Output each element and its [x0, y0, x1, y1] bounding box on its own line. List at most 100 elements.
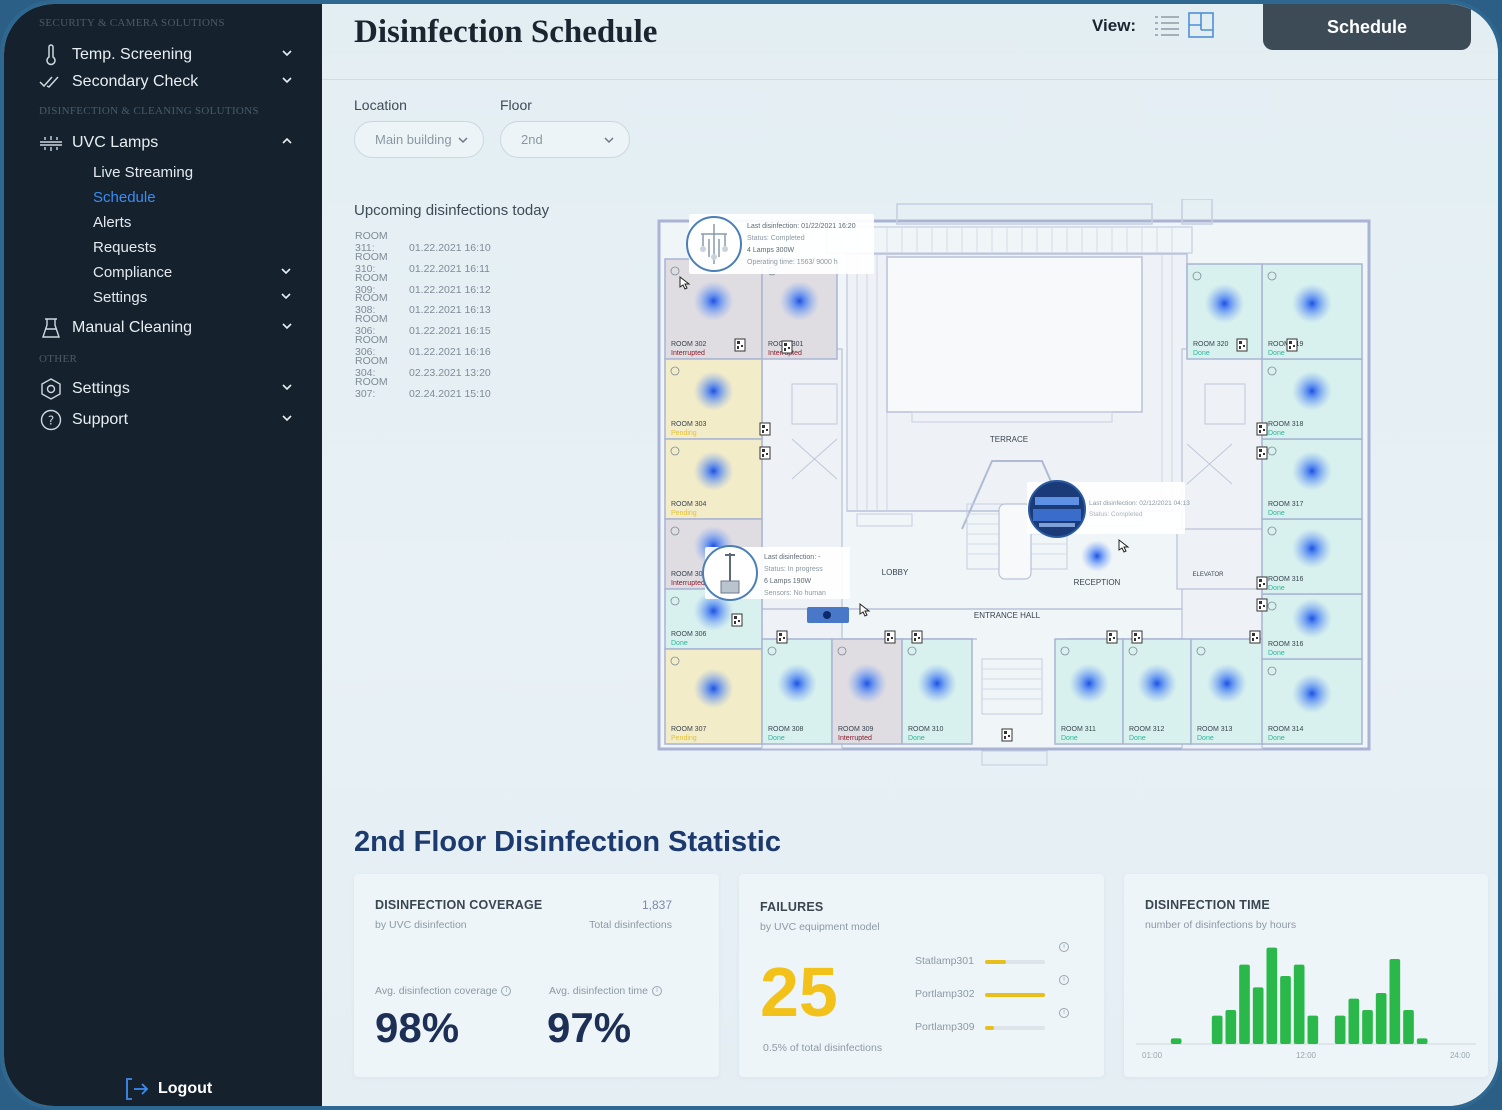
lamp-marker[interactable]	[1069, 663, 1109, 704]
chevron-down-icon[interactable]	[279, 289, 293, 303]
lamp-marker[interactable]	[1292, 371, 1332, 411]
chart-bar[interactable]	[1211, 1015, 1223, 1044]
lamp-marker[interactable]	[1204, 283, 1245, 324]
floor-select[interactable]: 2nd	[500, 121, 630, 158]
sidebar-item-label: Secondary Check	[72, 73, 199, 90]
qr-code-icon[interactable]	[1106, 630, 1118, 644]
qr-code-icon[interactable]	[1249, 630, 1261, 644]
chart-bar[interactable]	[1225, 1010, 1237, 1044]
qr-code-icon[interactable]	[1256, 598, 1268, 612]
info-icon[interactable]: i	[501, 986, 512, 997]
qr-code-icon[interactable]	[781, 340, 793, 354]
chart-bar[interactable]	[1239, 964, 1250, 1044]
qr-code-icon[interactable]	[1131, 630, 1143, 644]
sidebar-item-manual-cleaning[interactable]: Manual Cleaning	[39, 315, 294, 341]
room-status: Done	[671, 640, 688, 647]
lamp-marker[interactable]	[1292, 598, 1332, 639]
qr-code-icon[interactable]	[1286, 338, 1298, 352]
sidebar-sub-compliance[interactable]: Compliance	[93, 261, 293, 283]
qr-code-icon[interactable]	[1256, 576, 1268, 590]
qr-code-icon[interactable]	[1001, 728, 1013, 742]
lamp-marker[interactable]	[1292, 283, 1332, 324]
popup-line: Status: In progress	[764, 566, 823, 573]
lamp-marker[interactable]	[847, 663, 887, 704]
logout-button[interactable]: Logout	[124, 1077, 212, 1101]
lamp-marker[interactable]	[1081, 540, 1113, 572]
location-select[interactable]: Main building	[354, 121, 484, 158]
qr-code-icon[interactable]	[884, 630, 896, 644]
schedule-button[interactable]: Schedule	[1263, 4, 1471, 50]
sidebar-item-temp-screening[interactable]: Temp. Screening	[39, 42, 294, 68]
chart-bar[interactable]	[1389, 959, 1401, 1044]
chart-bar[interactable]	[1362, 1010, 1373, 1044]
total-disinfections-label: Total disinfections	[589, 919, 672, 931]
sidebar-item-settings[interactable]: Settings	[39, 376, 294, 402]
chart-bar[interactable]	[1280, 976, 1291, 1044]
sidebar-item-label: Support	[72, 411, 129, 428]
lamp-marker[interactable]	[693, 451, 734, 491]
chevron-down-icon[interactable]	[280, 46, 294, 60]
chart-bar[interactable]	[1252, 987, 1264, 1044]
main-content: Disinfection Schedule View: Schedule Loc…	[322, 4, 1498, 1106]
failure-model-name: Statlamp301	[915, 955, 974, 967]
sidebar-item-label: Manual Cleaning	[72, 319, 193, 336]
chart-bar[interactable]	[1293, 964, 1305, 1044]
qr-code-icon[interactable]	[1256, 422, 1268, 436]
chart-bar[interactable]	[1375, 993, 1387, 1044]
chart-bar[interactable]	[1416, 1038, 1428, 1044]
lamp-marker[interactable]	[1292, 673, 1332, 714]
lamp-marker[interactable]	[1137, 663, 1177, 704]
sidebar-sub-schedule[interactable]: Schedule	[93, 186, 293, 208]
qr-code-icon[interactable]	[759, 422, 771, 436]
sidebar-item-support[interactable]: ? Support	[39, 407, 294, 433]
sidebar-item-uvc-lamps[interactable]: UVC Lamps	[39, 130, 294, 156]
info-icon[interactable]: i	[652, 986, 663, 997]
qr-code-icon[interactable]	[734, 338, 746, 352]
room-name: ROOM 317	[1268, 501, 1304, 508]
qr-code-icon[interactable]	[911, 630, 923, 644]
qr-code-icon[interactable]	[776, 630, 788, 644]
room-name: ROOM 307	[671, 726, 707, 733]
lamp-marker[interactable]	[693, 371, 734, 411]
chart-bar[interactable]	[1307, 1015, 1319, 1044]
chart-bar[interactable]	[1266, 947, 1278, 1044]
qr-code-icon[interactable]	[1236, 338, 1248, 352]
avg-time-label: Avg. disinfection time	[549, 985, 649, 997]
chart-bar[interactable]	[1403, 1010, 1414, 1044]
failure-bar-fill	[985, 960, 1006, 964]
lamp-marker[interactable]	[1292, 528, 1332, 569]
lamp-marker[interactable]	[693, 281, 734, 321]
chevron-down-icon[interactable]	[280, 411, 294, 425]
chevron-down-icon[interactable]	[280, 319, 294, 333]
chevron-down-icon[interactable]	[280, 73, 294, 87]
chevron-down-icon[interactable]	[280, 380, 294, 394]
qr-code-icon[interactable]	[731, 613, 743, 627]
qr-code-icon[interactable]	[1256, 446, 1268, 460]
sidebar-sub-live-streaming[interactable]: Live Streaming	[93, 161, 293, 183]
info-icon[interactable]: i	[1059, 942, 1069, 952]
lamp-marker[interactable]	[1292, 451, 1332, 491]
disinfection-time-card: DISINFECTION TIME number of disinfection…	[1124, 874, 1488, 1077]
info-icon[interactable]: i	[1059, 1008, 1069, 1018]
lamp-marker[interactable]	[693, 668, 734, 709]
chevron-up-icon[interactable]	[280, 134, 294, 148]
sidebar-sub-settings[interactable]: Settings	[93, 286, 293, 308]
chart-bar[interactable]	[1348, 998, 1360, 1044]
sidebar-item-secondary-check[interactable]: Secondary Check	[39, 69, 294, 95]
chart-bar[interactable]	[1170, 1038, 1182, 1044]
room-status: Interrupted	[838, 735, 872, 742]
lamp-marker[interactable]	[917, 663, 957, 704]
info-icon[interactable]: i	[1059, 975, 1069, 985]
room-name: ROOM 305	[671, 571, 707, 578]
sidebar-sub-alerts[interactable]: Alerts	[93, 211, 293, 233]
qr-code-icon[interactable]	[759, 446, 771, 460]
lamp-marker[interactable]	[779, 281, 820, 321]
floorplan-view-icon[interactable]	[1188, 12, 1214, 38]
terrace-label: TERRACE	[990, 435, 1028, 444]
lamp-marker[interactable]	[1207, 663, 1247, 704]
chevron-down-icon[interactable]	[279, 264, 293, 278]
sidebar-sub-requests[interactable]: Requests	[93, 236, 293, 258]
lamp-marker[interactable]	[777, 663, 817, 704]
chart-bar[interactable]	[1334, 1015, 1346, 1044]
list-view-icon[interactable]	[1154, 14, 1180, 38]
